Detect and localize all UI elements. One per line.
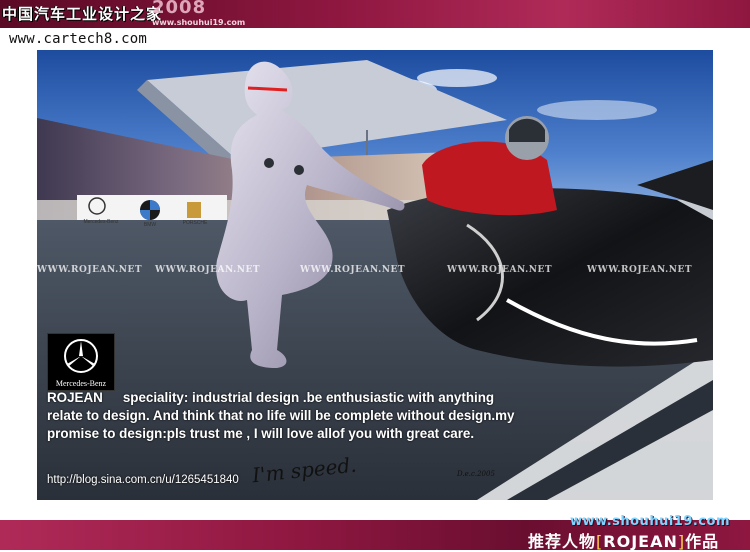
sponsor-porsche: PORSCHE bbox=[182, 220, 208, 226]
watermark-text-5: WWW.ROJEAN.NET bbox=[587, 265, 693, 275]
artist-bio: ROJEAN speciality: industrial design .be … bbox=[47, 389, 527, 443]
footer-tag-prefix: 推荐人物 bbox=[528, 532, 597, 551]
watermark-text-3: WWW.ROJEAN.NET bbox=[300, 265, 406, 275]
watermark-text-4: WWW.ROJEAN.NET bbox=[447, 265, 553, 275]
footer-brand[interactable]: www.shouhui19.com 推荐人物[ROJEAN]作品 bbox=[522, 514, 747, 551]
footer-tag: 推荐人物[ROJEAN]作品 bbox=[528, 532, 720, 551]
footer-tag-name: ROJEAN bbox=[603, 532, 678, 551]
sponsor-bmw: BMW bbox=[143, 222, 157, 228]
artwork-image: WWW.ROJEAN.NET WWW.ROJEAN.NET WWW.ROJEAN… bbox=[37, 50, 713, 500]
site-logo[interactable]: 中国汽车工业设计之家 2008 www.shouhui19.com bbox=[2, 0, 245, 27]
artist-name: ROJEAN bbox=[47, 390, 103, 405]
artist-bio-text: speciality: industrial design .be enthus… bbox=[47, 390, 515, 441]
site-url[interactable]: www.cartech8.com bbox=[9, 31, 147, 47]
signature-date: D.e.c.2005 bbox=[457, 470, 495, 478]
watermark-text-2: WWW.ROJEAN.NET bbox=[155, 265, 261, 275]
sponsor-mercedes: Mercedes-Benz bbox=[83, 219, 119, 225]
blog-url[interactable]: http://blog.sina.com.cn/u/1265451840 bbox=[47, 474, 239, 486]
mercedes-star-icon bbox=[64, 339, 98, 373]
mercedes-logo-text: Mercedes-Benz bbox=[55, 379, 107, 388]
site-logo-text: 中国汽车工业设计之家 bbox=[2, 5, 163, 23]
footer-tag-suffix: 作品 bbox=[685, 532, 720, 551]
footer-site-url: www.shouhui19.com bbox=[570, 514, 730, 529]
mercedes-logo: Mercedes-Benz bbox=[47, 333, 115, 391]
watermark-text-1: WWW.ROJEAN.NET bbox=[37, 265, 143, 275]
site-logo-url: www.shouhui19.com bbox=[152, 18, 246, 27]
